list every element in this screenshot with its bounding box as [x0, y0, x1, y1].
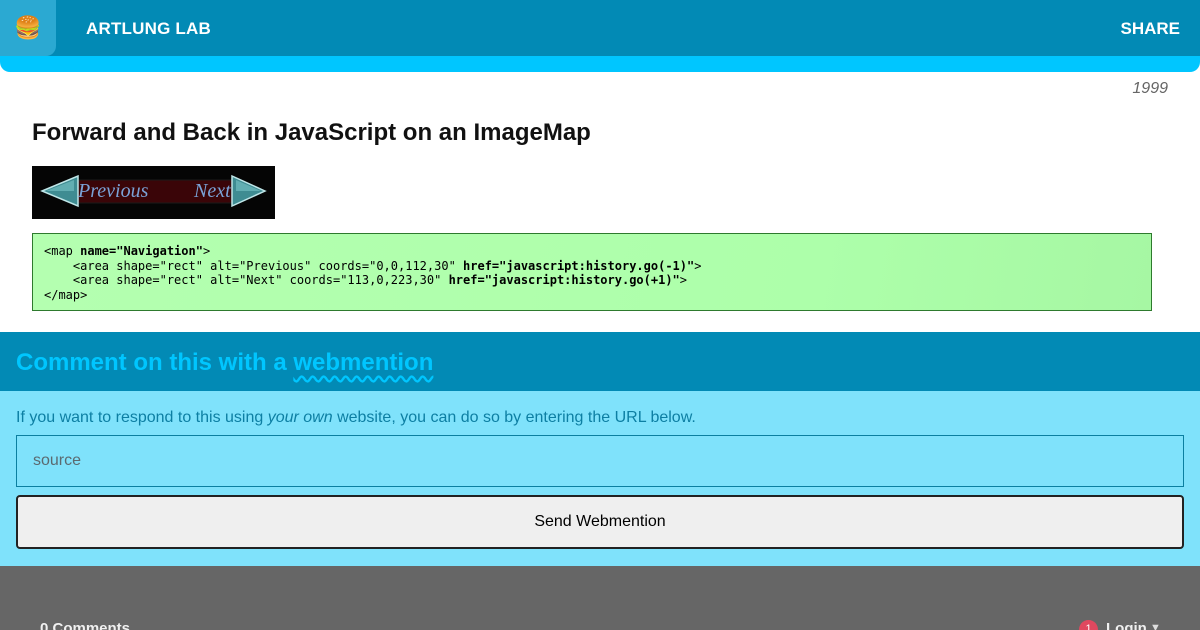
share-button[interactable]: SHARE [1120, 19, 1180, 39]
chevron-down-icon[interactable]: ▼ [1150, 622, 1161, 630]
webmention-section: Comment on this with a webmention If you… [0, 332, 1200, 566]
hamburger-menu-button[interactable]: 🍔 [0, 0, 56, 56]
page-title: Forward and Back in JavaScript on an Ima… [32, 119, 591, 146]
notification-badge: 1 [1079, 620, 1098, 630]
hamburger-emoji-icon: 🍔 [14, 15, 42, 40]
site-header: 🍔 ARTLUNG LAB SHARE [0, 0, 1200, 72]
comments-footer: 0 Comments 1 Login ▼ [0, 566, 1200, 630]
site-title[interactable]: ARTLUNG LAB [86, 19, 211, 39]
webmention-description: If you want to respond to this using you… [16, 409, 696, 426]
code-block: <map name="Navigation"> <area shape="rec… [32, 233, 1152, 311]
comments-count: 0 Comments [40, 620, 131, 630]
nav-next-text: Next [193, 180, 231, 202]
webmention-title: Comment on this with a webmention [16, 349, 434, 376]
nav-previous-text: Previous [77, 180, 149, 202]
post-year: 1999 [1132, 80, 1168, 97]
source-url-input[interactable] [16, 435, 1184, 487]
webmention-link[interactable]: webmention [293, 349, 433, 376]
login-button[interactable]: Login [1106, 620, 1147, 630]
webmention-header: Comment on this with a webmention [0, 332, 1200, 391]
send-webmention-button[interactable]: Send Webmention [16, 495, 1184, 549]
navigation-image-map[interactable]: Previous Next [32, 166, 275, 219]
